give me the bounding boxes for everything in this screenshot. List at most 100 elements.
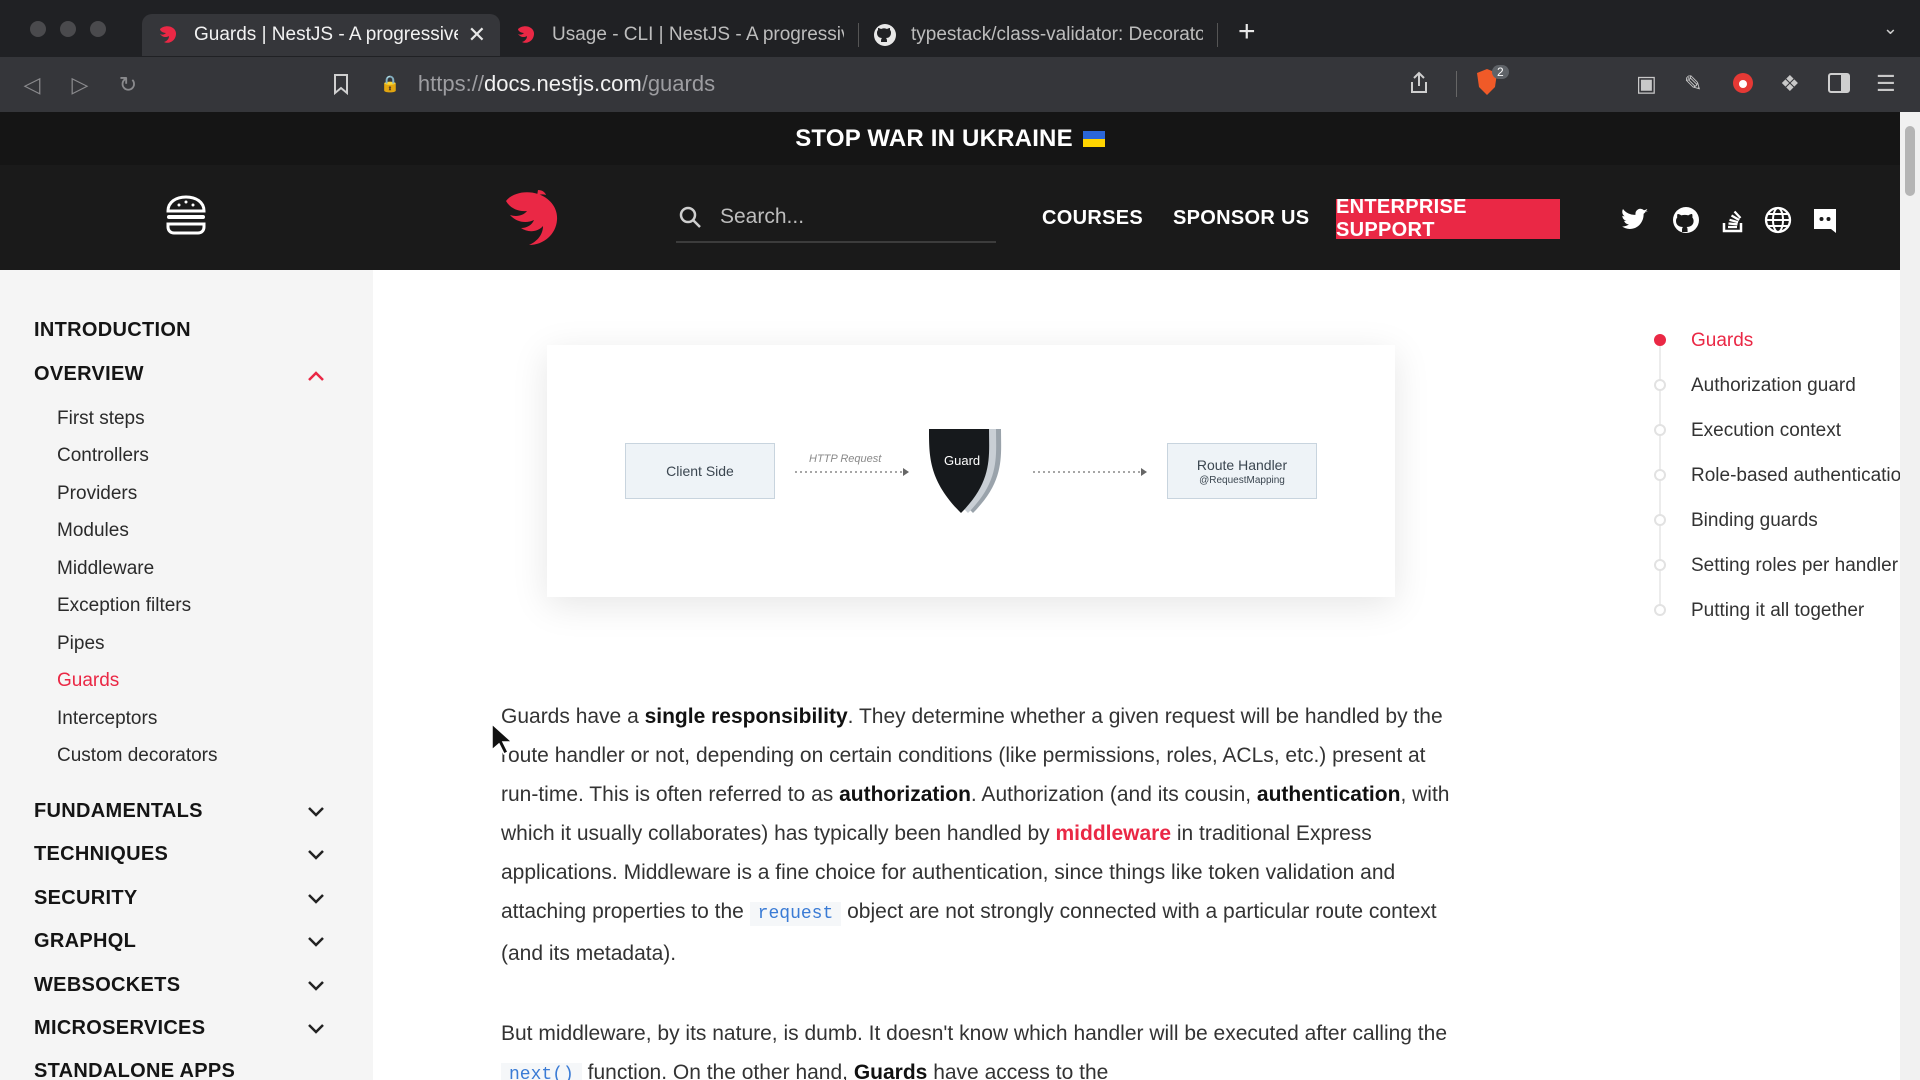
sidebar-section-security[interactable]: SECURITY xyxy=(34,887,138,910)
hamburger-menu-icon[interactable] xyxy=(164,193,208,237)
sidebar-section-websockets[interactable]: WEBSOCKETS xyxy=(34,974,180,997)
toc-marker xyxy=(1654,334,1666,346)
middleware-link[interactable]: middleware xyxy=(1055,822,1171,845)
search-box[interactable] xyxy=(676,193,996,243)
back-icon[interactable]: ◁ xyxy=(8,72,56,98)
nestjs-logo-icon[interactable] xyxy=(500,187,564,247)
chevron-up-icon[interactable] xyxy=(306,366,326,386)
toc-item-binding-guards[interactable]: Binding guards xyxy=(1691,510,1818,532)
sidebar-section-graphql[interactable]: GRAPHQL xyxy=(34,930,136,953)
sidebar-item-middleware[interactable]: Middleware xyxy=(57,558,154,580)
reload-icon[interactable]: ↻ xyxy=(104,72,152,98)
sidebar-section-fundamentals[interactable]: FUNDAMENTALS xyxy=(34,800,203,823)
chevron-down-icon[interactable] xyxy=(306,845,326,865)
toc-item-guards[interactable]: Guards xyxy=(1691,330,1753,352)
menu-icon[interactable]: ☰ xyxy=(1876,71,1896,97)
search-input[interactable] xyxy=(720,205,960,229)
sidebar-section-overview[interactable]: OVERVIEW xyxy=(34,363,144,386)
chevron-down-icon[interactable] xyxy=(306,932,326,952)
share-icon[interactable] xyxy=(1408,71,1430,95)
extension-pencil-icon[interactable]: ✎ xyxy=(1684,71,1702,97)
chevron-down-icon[interactable] xyxy=(306,976,326,996)
sidebar-section-introduction[interactable]: INTRODUCTION xyxy=(34,319,191,342)
text-span: function. On the other hand, xyxy=(581,1061,854,1080)
docs-content: Client Side HTTP Request Guard Route Han… xyxy=(373,270,1900,1080)
extension-vpn-icon[interactable] xyxy=(1732,72,1754,94)
browser-tab-bar: Guards | NestJS - A progressive ✕ Usage … xyxy=(0,0,1920,57)
tab-class-validator[interactable]: typestack/class-validator: Decorato xyxy=(859,14,1217,56)
sidebar-item-pipes[interactable]: Pipes xyxy=(57,633,105,655)
docs-sidebar: INTRODUCTION OVERVIEW First steps Contro… xyxy=(0,270,373,1080)
toc-marker xyxy=(1654,559,1666,571)
sidebar-item-providers[interactable]: Providers xyxy=(57,483,137,505)
sponsor-link[interactable]: SPONSOR US xyxy=(1173,207,1309,230)
brave-shields-icon[interactable]: 2 xyxy=(1474,65,1509,99)
address-bar[interactable]: 🔒 https://docs.nestjs.com/guards xyxy=(380,64,1514,104)
extension-readwise-icon[interactable]: ▣ xyxy=(1636,71,1657,97)
toc-item-execution-context[interactable]: Execution context xyxy=(1691,420,1841,442)
close-tab-icon[interactable]: ✕ xyxy=(468,22,486,48)
sidebar-item-controllers[interactable]: Controllers xyxy=(57,445,149,467)
sidebar-item-modules[interactable]: Modules xyxy=(57,520,129,542)
guards-diagram: Client Side HTTP Request Guard Route Han… xyxy=(547,345,1395,597)
search-icon xyxy=(679,206,701,228)
sidebar-section-techniques[interactable]: TECHNIQUES xyxy=(34,843,168,866)
globe-icon[interactable] xyxy=(1763,205,1793,235)
url-scheme: https:// xyxy=(417,71,484,96)
sidebar-item-interceptors[interactable]: Interceptors xyxy=(57,708,157,730)
tab-cli-usage[interactable]: Usage - CLI | NestJS - A progressive xyxy=(500,14,858,56)
minimize-window-button[interactable] xyxy=(60,20,76,37)
brave-badge: 2 xyxy=(1492,65,1509,79)
enterprise-support-button[interactable]: ENTERPRISE SUPPORT xyxy=(1336,196,1560,241)
forward-icon[interactable]: ▷ xyxy=(56,72,104,98)
discord-icon[interactable] xyxy=(1810,205,1840,235)
diagram-http-request-label: HTTP Request xyxy=(809,453,882,465)
url-host: docs.nestjs.com xyxy=(483,71,642,96)
page-scrollbar[interactable] xyxy=(1900,112,1920,1080)
sidebar-toggle-icon[interactable] xyxy=(1828,73,1850,93)
chevron-down-icon[interactable] xyxy=(306,802,326,822)
tab-title: Usage - CLI | NestJS - A progressive xyxy=(552,23,844,45)
lock-icon: 🔒 xyxy=(380,76,400,93)
sidebar-item-guards[interactable]: Guards xyxy=(57,670,119,692)
browser-toolbar: ◁ ▷ ↻ 🔒 https://docs.nestjs.com/guards 2… xyxy=(0,57,1920,112)
window-controls xyxy=(30,20,106,37)
toc-marker xyxy=(1654,469,1666,481)
tab-divider xyxy=(1217,22,1218,47)
bold-text: Guards xyxy=(853,1061,928,1080)
github-icon[interactable] xyxy=(1671,205,1701,235)
toc-item-putting-it-all-together[interactable]: Putting it all together xyxy=(1691,600,1864,622)
sidebar-item-custom-decorators[interactable]: Custom decorators xyxy=(57,745,218,767)
diagram-client-side: Client Side xyxy=(625,443,775,499)
courses-link[interactable]: COURSES xyxy=(1042,207,1143,230)
chevron-down-icon[interactable] xyxy=(306,1019,326,1039)
scrollbar-thumb[interactable] xyxy=(1905,126,1915,196)
new-tab-button[interactable]: + xyxy=(1238,15,1256,49)
text-span: have access to the xyxy=(927,1061,1109,1080)
text-span: . Authorization (and its cousin, xyxy=(970,783,1257,806)
sidebar-item-first-steps[interactable]: First steps xyxy=(57,408,145,430)
bookmark-icon[interactable] xyxy=(332,73,350,95)
inline-code: request xyxy=(749,902,842,926)
sidebar-item-exception-filters[interactable]: Exception filters xyxy=(57,595,191,617)
twitter-icon[interactable] xyxy=(1620,205,1650,235)
bold-text: single responsibility xyxy=(644,705,848,728)
sidebar-section-standalone-apps[interactable]: STANDALONE APPS xyxy=(34,1060,235,1080)
diagram-route-handler: Route Handler @RequestMapping xyxy=(1167,443,1317,499)
toc-item-authorization-guard[interactable]: Authorization guard xyxy=(1691,375,1856,397)
nestjs-favicon-icon xyxy=(160,25,177,43)
ukraine-banner[interactable]: STOP WAR IN UKRAINE xyxy=(0,112,1900,165)
chevron-down-icon[interactable] xyxy=(306,889,326,909)
stackoverflow-icon[interactable] xyxy=(1718,205,1748,235)
toc-marker xyxy=(1654,424,1666,436)
toc-item-role-based-authentication[interactable]: Role-based authentication xyxy=(1691,465,1900,487)
toc-item-setting-roles[interactable]: Setting roles per handler xyxy=(1691,555,1898,577)
close-window-button[interactable] xyxy=(30,20,46,37)
extensions-puzzle-icon[interactable]: ❖ xyxy=(1780,71,1800,97)
bold-text: authentication xyxy=(1256,783,1401,806)
tab-guards[interactable]: Guards | NestJS - A progressive ✕ xyxy=(142,13,500,56)
bold-text: authorization xyxy=(839,783,971,806)
maximize-window-button[interactable] xyxy=(90,20,106,37)
sidebar-section-microservices[interactable]: MICROSERVICES xyxy=(34,1017,205,1040)
tab-list-chevron-icon[interactable]: ⌄ xyxy=(1883,18,1898,39)
